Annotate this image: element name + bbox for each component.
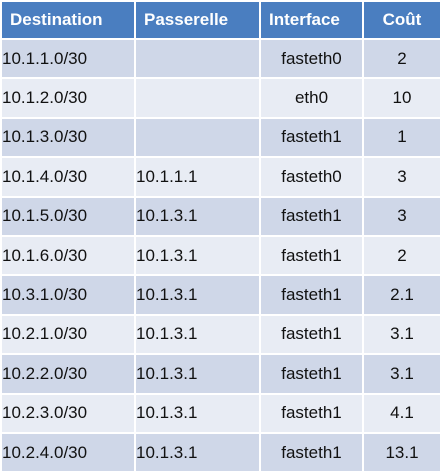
interface-cell: fasteth0 [259,37,364,80]
interface-cell: fasteth1 [259,431,364,474]
table-row: 10.1.4.0/30 10.1.1.1 fasteth0 3 [0,156,440,198]
gateway-cell: 10.1.3.1 [134,234,261,277]
gateway-cell: 10.1.3.1 [134,274,261,316]
routing-table: Destination Passerelle Interface Coût 10… [0,0,440,474]
gateway-cell [134,116,261,159]
destination-cell: 10.1.3.0/30 [0,116,136,159]
header-row: Destination Passerelle Interface Coût [0,0,440,40]
cost-cell: 2.1 [362,274,440,316]
table-row: 10.1.2.0/30 eth0 10 [0,77,440,119]
cost-cell: 3 [362,156,440,198]
gateway-cell: 10.1.3.1 [134,353,261,395]
header-interface: Interface [259,0,364,40]
header-gateway: Passerelle [134,0,261,40]
destination-cell: 10.2.4.0/30 [0,431,136,474]
table-row: 10.2.1.0/30 10.1.3.1 fasteth1 3.1 [0,313,440,356]
gateway-cell: 10.1.1.1 [134,156,261,198]
interface-cell: fasteth1 [259,353,364,395]
cost-cell: 13.1 [362,431,440,474]
destination-cell: 10.2.2.0/30 [0,353,136,395]
cost-cell: 3.1 [362,313,440,356]
interface-cell: fasteth1 [259,195,364,237]
interface-cell: fasteth0 [259,156,364,198]
interface-cell: fasteth1 [259,234,364,277]
destination-cell: 10.2.3.0/30 [0,392,136,434]
gateway-cell: 10.1.3.1 [134,431,261,474]
table-row: 10.2.4.0/30 10.1.3.1 fasteth1 13.1 [0,431,440,474]
header-destination: Destination [0,0,136,40]
destination-cell: 10.1.4.0/30 [0,156,136,198]
interface-cell: fasteth1 [259,392,364,434]
table-row: 10.1.5.0/30 10.1.3.1 fasteth1 3 [0,195,440,237]
destination-cell: 10.3.1.0/30 [0,274,136,316]
interface-cell: fasteth1 [259,313,364,356]
interface-cell: fasteth1 [259,274,364,316]
cost-cell: 3 [362,195,440,237]
table-row: 10.1.1.0/30 fasteth0 2 [0,37,440,80]
destination-cell: 10.1.1.0/30 [0,37,136,80]
gateway-cell: 10.1.3.1 [134,313,261,356]
gateway-cell: 10.1.3.1 [134,392,261,434]
gateway-cell [134,37,261,80]
destination-cell: 10.1.5.0/30 [0,195,136,237]
interface-cell: eth0 [259,77,364,119]
table-row: 10.2.3.0/30 10.1.3.1 fasteth1 4.1 [0,392,440,434]
cost-cell: 10 [362,77,440,119]
interface-cell: fasteth1 [259,116,364,159]
header-cost: Coût [362,0,440,40]
cost-cell: 2 [362,234,440,277]
cost-cell: 4.1 [362,392,440,434]
destination-cell: 10.1.2.0/30 [0,77,136,119]
table-row: 10.3.1.0/30 10.1.3.1 fasteth1 2.1 [0,274,440,316]
table-row: 10.1.3.0/30 fasteth1 1 [0,116,440,159]
gateway-cell [134,77,261,119]
table-row: 10.1.6.0/30 10.1.3.1 fasteth1 2 [0,234,440,277]
cost-cell: 3.1 [362,353,440,395]
cost-cell: 1 [362,116,440,159]
table-header: Destination Passerelle Interface Coût [0,0,440,40]
table-body: 10.1.1.0/30 fasteth0 2 10.1.2.0/30 eth0 … [0,37,440,474]
cost-cell: 2 [362,37,440,80]
destination-cell: 10.2.1.0/30 [0,313,136,356]
table-row: 10.2.2.0/30 10.1.3.1 fasteth1 3.1 [0,353,440,395]
gateway-cell: 10.1.3.1 [134,195,261,237]
destination-cell: 10.1.6.0/30 [0,234,136,277]
